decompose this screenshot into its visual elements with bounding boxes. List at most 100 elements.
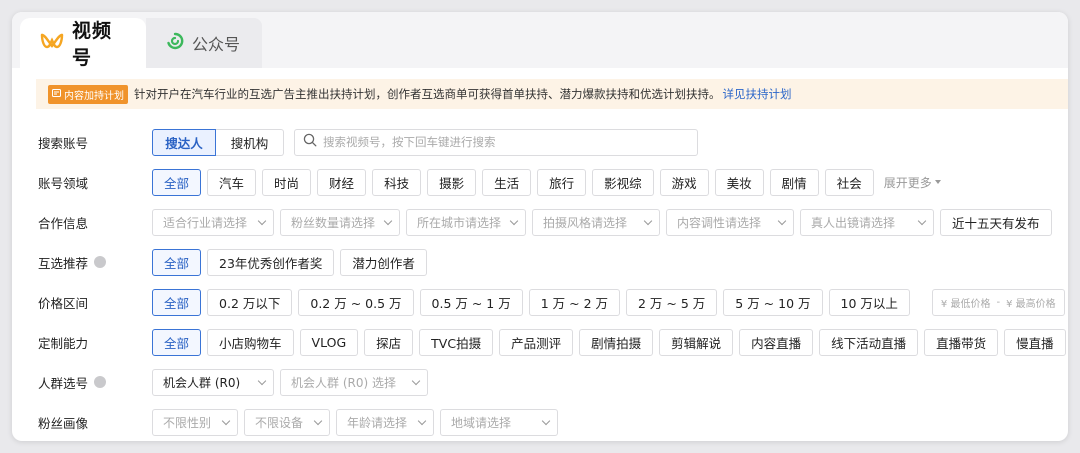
price-option[interactable]: 0.2 万 ~ 0.5 万: [298, 288, 414, 316]
recommend-option[interactable]: 全部: [152, 248, 202, 276]
capability-option[interactable]: 慢直播: [1004, 328, 1066, 356]
domain-option[interactable]: 财经: [317, 168, 367, 196]
capability-option[interactable]: 剧情拍摄: [579, 328, 654, 356]
domain-option[interactable]: 社会: [824, 168, 874, 196]
chevron-down-icon: [541, 416, 551, 425]
chevron-down-icon: [257, 376, 267, 385]
price-option[interactable]: 0.5 万 ~ 1 万: [419, 288, 523, 316]
capability-option[interactable]: 直播带货: [924, 328, 999, 356]
crowd-detail-select[interactable]: 机会人群 (R0) 选择: [280, 368, 428, 396]
capability-option[interactable]: 内容直播: [739, 328, 814, 356]
row-label: 搜索账号: [38, 135, 89, 151]
domain-option[interactable]: 游戏: [659, 168, 709, 196]
on-camera-select[interactable]: 真人出镜请选择: [800, 208, 934, 236]
row-label: 账号领域: [38, 175, 89, 191]
domain-option[interactable]: 生活: [482, 168, 532, 196]
capability-option[interactable]: 探店: [364, 328, 414, 356]
support-plan-notice: 内容加持计划 针对开户在汽车行业的互选广告主推出扶持计划，创作者互选商单可获得首…: [36, 79, 1068, 109]
min-price-input[interactable]: ¥ 最低价格: [941, 295, 991, 310]
search-talent-button[interactable]: 搜达人: [152, 128, 216, 156]
capability-option[interactable]: 产品测评: [499, 328, 574, 356]
help-icon[interactable]: [94, 376, 107, 388]
domain-option[interactable]: 科技: [372, 168, 422, 196]
fans-profile-row: 粉丝画像 不限性别 不限设备 年龄请选择 地域请选择: [38, 408, 558, 436]
chevron-down-icon: [417, 416, 427, 425]
crowd-type-select[interactable]: 机会人群 (R0): [152, 368, 274, 396]
chevron-down-icon: [917, 216, 927, 225]
notice-text: 针对开户在汽车行业的互选广告主推出扶持计划，创作者互选商单可获得首单扶持、潜力爆…: [134, 87, 721, 101]
caret-down-icon: [934, 180, 941, 184]
chevron-down-icon: [509, 216, 519, 225]
search-account-row: 搜索账号 搜达人 搜机构: [38, 128, 698, 156]
cooperation-row: 合作信息 适合行业请选择 粉丝数量请选择 所在城市请选择 拍摄风格请选择 内容调…: [38, 208, 1052, 236]
industry-select[interactable]: 适合行业请选择: [152, 208, 274, 236]
domain-option[interactable]: 汽车: [207, 168, 257, 196]
domain-option[interactable]: 时尚: [262, 168, 312, 196]
capability-option[interactable]: 线下活动直播: [819, 328, 919, 356]
tab-channels[interactable]: 视频号: [20, 18, 146, 69]
app-card: 视频号 公众号 内容加持计划 针对开户在汽车行业的互选广告主推出扶持计划，创作者…: [12, 12, 1068, 441]
domain-option[interactable]: 影视综: [592, 168, 654, 196]
tab-label: 视频号: [72, 20, 113, 69]
domain-option[interactable]: 旅行: [537, 168, 587, 196]
recent-posts-toggle[interactable]: 近十五天有发布: [940, 208, 1052, 236]
max-price-input[interactable]: ¥ 最高价格: [1006, 295, 1056, 310]
price-range-row: 价格区间 全部 0.2 万以下 0.2 万 ~ 0.5 万 0.5 万 ~ 1 …: [38, 288, 1065, 316]
support-plan-link[interactable]: 详见扶持计划: [723, 86, 792, 102]
channels-logo-icon: [40, 32, 64, 54]
search-agency-button[interactable]: 搜机构: [216, 128, 284, 156]
capability-option[interactable]: TVC拍摄: [419, 328, 494, 356]
recommend-row: 互选推荐 全部 23年优秀创作者奖 潜力创作者: [38, 248, 427, 276]
capability-option[interactable]: 小店购物车: [207, 328, 294, 356]
price-option[interactable]: 10 万以上: [828, 288, 910, 316]
domain-option[interactable]: 全部: [152, 168, 202, 196]
capability-option[interactable]: 全部: [152, 328, 202, 356]
price-option[interactable]: 2 万 ~ 5 万: [626, 288, 718, 316]
tab-label: 公众号: [192, 35, 241, 54]
content-tone-select[interactable]: 内容调性请选择: [666, 208, 794, 236]
gender-select[interactable]: 不限性别: [152, 408, 238, 436]
chevron-down-icon: [257, 216, 267, 225]
crowd-select-row: 人群选号 机会人群 (R0) 机会人群 (R0) 选择: [38, 368, 428, 396]
search-icon: [303, 133, 317, 151]
chevron-down-icon: [777, 216, 787, 225]
row-label: 合作信息: [38, 215, 89, 231]
recommend-option[interactable]: 23年优秀创作者奖: [207, 248, 335, 276]
official-account-icon: [166, 32, 184, 54]
chevron-down-icon: [313, 416, 323, 425]
search-input[interactable]: [323, 135, 683, 149]
fans-count-select[interactable]: 粉丝数量请选择: [280, 208, 400, 236]
notice-tag-icon: [52, 88, 61, 100]
region-select[interactable]: 地域请选择: [440, 408, 558, 436]
platform-tabbar: 视频号 公众号: [12, 12, 1068, 69]
shooting-style-select[interactable]: 拍摄风格请选择: [532, 208, 660, 236]
row-label: 人群选号: [38, 375, 89, 391]
notice-badge: 内容加持计划: [48, 84, 128, 104]
device-select[interactable]: 不限设备: [244, 408, 330, 436]
price-option[interactable]: 1 万 ~ 2 万: [528, 288, 620, 316]
custom-capability-row: 定制能力 全部 小店购物车 VLOG 探店 TVC拍摄 产品测评 剧情拍摄 剪辑…: [38, 328, 1066, 356]
price-option[interactable]: 5 万 ~ 10 万: [723, 288, 823, 316]
help-icon[interactable]: [94, 256, 107, 268]
row-label: 定制能力: [38, 335, 89, 351]
domain-option[interactable]: 美妆: [714, 168, 764, 196]
recommend-option[interactable]: 潜力创作者: [340, 248, 427, 276]
tab-official-account[interactable]: 公众号: [146, 18, 262, 68]
domain-option[interactable]: 剧情: [769, 168, 819, 196]
account-search-box[interactable]: [294, 128, 698, 156]
city-select[interactable]: 所在城市请选择: [406, 208, 526, 236]
price-option[interactable]: 0.2 万以下: [207, 288, 293, 316]
age-select[interactable]: 年龄请选择: [336, 408, 434, 436]
row-label: 价格区间: [38, 295, 89, 311]
chevron-down-icon: [411, 376, 421, 385]
capability-option[interactable]: VLOG: [299, 328, 359, 356]
capability-option[interactable]: 剪辑解说: [659, 328, 734, 356]
custom-price-range: ¥ 最低价格 - ¥ 最高价格: [931, 288, 1065, 316]
crowd-filters: 机会人群 (R0) 机会人群 (R0) 选择: [152, 368, 428, 396]
price-option[interactable]: 全部: [152, 288, 202, 316]
search-mode-toggle: 搜达人 搜机构: [152, 128, 284, 156]
domain-option[interactable]: 摄影: [427, 168, 477, 196]
row-label: 互选推荐: [38, 255, 89, 271]
expand-more-button[interactable]: 展开更多: [884, 174, 941, 191]
cooperation-filters: 适合行业请选择 粉丝数量请选择 所在城市请选择 拍摄风格请选择 内容调性请选择 …: [152, 208, 1052, 236]
